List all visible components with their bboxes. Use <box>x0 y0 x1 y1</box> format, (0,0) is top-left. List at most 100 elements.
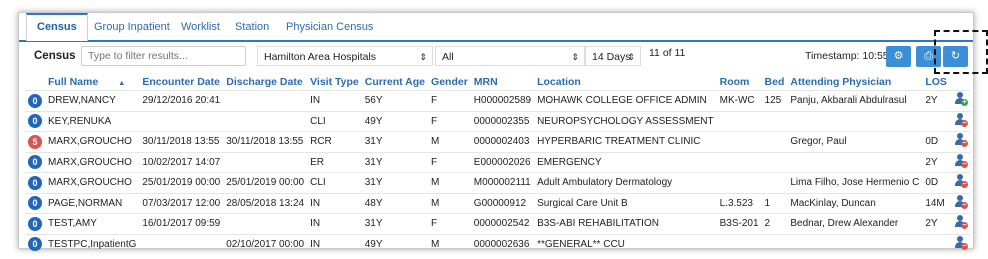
filter-input[interactable] <box>81 46 246 66</box>
column-header-encounter-date[interactable]: Encounter Date <box>139 73 223 91</box>
cell-los: 2Y <box>922 151 950 173</box>
alert-count-badge[interactable]: 0 <box>28 93 42 108</box>
action-cell: − <box>949 213 970 234</box>
table-row[interactable]: 0 DREW,NANCY 29/12/2016 20:41 IN 56Y F H000002… <box>25 90 970 111</box>
cell-mrn: E000002026 <box>470 151 535 173</box>
cell-enc: 30/11/2018 13:55 <box>139 131 224 152</box>
cell-mrn: G00000912 <box>470 192 535 214</box>
tab-station[interactable]: Station <box>225 13 279 39</box>
table-row[interactable]: 0 PAGE,NORMAN 07/03/2017 12:00 28/05/2018 1… <box>25 192 970 214</box>
alert-count-badge[interactable]: 5 <box>28 134 42 149</box>
table-row[interactable]: 0 TESTPC,InpatientG 02/10/2017 00:00 IN 49Y M… <box>25 233 970 254</box>
column-header-location[interactable]: Location <box>534 73 717 91</box>
cell-room: L.3.523 <box>716 192 762 214</box>
cell-dis: 28/05/2018 13:24 <box>223 192 308 214</box>
column-header-current-age[interactable]: Current Age <box>362 73 428 91</box>
cell-bed <box>761 172 788 193</box>
tab-group-inpatient[interactable]: Group Inpatient <box>84 13 180 39</box>
alert-badge-cell: 0 <box>25 233 45 254</box>
cell-mrn: 0000002355 <box>470 110 535 132</box>
cell-room <box>716 151 762 173</box>
cell-vt: IN <box>307 90 362 111</box>
column-header-mrn[interactable]: MRN <box>471 73 534 91</box>
alert-count-badge[interactable]: 0 <box>28 216 42 231</box>
result-count: 11 of 11 <box>649 47 686 59</box>
alert-count-badge[interactable]: 0 <box>28 175 42 190</box>
cell-los: 0D <box>922 172 950 193</box>
action-cell: − <box>949 233 970 254</box>
alert-badge-cell: 5 <box>25 131 45 152</box>
cell-enc: 10/02/2017 14:07 <box>139 151 224 173</box>
cell-age: 48Y <box>361 192 429 214</box>
cell-room: B3S-201 <box>716 213 762 234</box>
cell-vt: CLI <box>307 172 362 193</box>
cell-bed <box>761 110 788 132</box>
column-header-attending-physician[interactable]: Attending Physician <box>787 73 922 91</box>
remove-patient-icon[interactable]: − <box>953 112 968 128</box>
table-row[interactable]: 0 TEST,AMY 16/01/2017 09:59 IN 31Y F 000000254… <box>25 213 970 234</box>
days-select[interactable]: 14 Days ⇕ <box>585 46 641 66</box>
cell-los <box>922 233 950 254</box>
remove-patient-icon[interactable]: − <box>953 173 968 189</box>
cell-age: 49Y <box>361 110 429 132</box>
table-row[interactable]: 0 KEY,RENUKA CLI 49Y F 0000002355 NEUROPSYCHOL… <box>25 110 970 132</box>
alert-count-badge[interactable]: 0 <box>28 237 42 252</box>
tab-worklist[interactable]: Worklist <box>171 13 230 39</box>
cell-enc: 25/01/2019 00:00 <box>139 172 224 193</box>
cell-g: M <box>428 192 471 214</box>
column-header-los[interactable]: LOS <box>922 73 950 91</box>
cell-dis <box>223 213 308 234</box>
tab-physician-census[interactable]: Physician Census <box>276 13 383 39</box>
cell-los: 14M <box>922 192 950 214</box>
add-patient-icon[interactable]: + <box>953 91 968 107</box>
cell-mrn: M000002111 <box>470 172 535 193</box>
settings-button[interactable]: ⚙ <box>886 46 911 67</box>
remove-patient-icon[interactable]: − <box>953 194 968 210</box>
cell-room <box>716 110 762 132</box>
cell-phys: MacKinlay, Duncan <box>787 192 923 214</box>
alert-count-badge[interactable]: 0 <box>28 155 42 170</box>
column-header-label: Full Name <box>48 75 99 88</box>
remove-patient-icon[interactable]: − <box>953 153 968 169</box>
table-row[interactable]: 0 MARX,GROUCHO 10/02/2017 14:07 ER 31Y F E0000… <box>25 151 970 173</box>
action-cell: − <box>949 110 970 132</box>
alert-count-badge[interactable]: 0 <box>28 196 42 211</box>
cell-bed: 2 <box>761 213 788 234</box>
column-header-discharge-date[interactable]: Discharge Date <box>223 73 307 91</box>
cell-dis: 25/01/2019 00:00 <box>223 172 308 193</box>
cell-age: 31Y <box>361 172 429 193</box>
refresh-highlight-box <box>934 30 988 74</box>
cell-bed: 125 <box>761 90 788 111</box>
alert-badge-cell: 0 <box>25 110 45 132</box>
column-header-visit-type[interactable]: Visit Type <box>307 73 362 91</box>
column-header-gender[interactable]: Gender <box>428 73 471 91</box>
cell-age: 31Y <box>361 151 429 173</box>
facility-select[interactable]: Hamilton Area Hospitals ⇕ <box>257 46 433 66</box>
cell-g: M <box>428 233 471 254</box>
remove-patient-icon[interactable]: − <box>953 214 968 230</box>
alert-count-badge[interactable]: 0 <box>28 114 42 129</box>
facility-select-value: Hamilton Area Hospitals <box>264 51 377 63</box>
remove-patient-icon[interactable]: − <box>953 132 968 148</box>
tab-census[interactable]: Census <box>26 13 88 41</box>
cell-phys: Panju, Akbarali Abdulrasul <box>787 90 923 111</box>
table-row[interactable]: 0 MARX,GROUCHO 25/01/2019 00:00 25/01/2019 … <box>25 172 970 193</box>
column-header-room[interactable]: Room <box>717 73 762 91</box>
column-header-full-name[interactable]: Full Name ▲ <box>45 73 139 91</box>
action-cell: + <box>949 90 970 111</box>
cell-dis: 30/11/2018 13:55 <box>223 131 308 152</box>
table-row[interactable]: 5 MARX,GROUCHO 30/11/2018 13:55 30/11/2018 … <box>25 131 970 152</box>
cell-vt: ER <box>307 151 362 173</box>
cell-enc: 16/01/2017 09:59 <box>139 213 224 234</box>
unit-select-value: All <box>442 51 454 63</box>
cell-g: M <box>428 131 471 152</box>
cell-phys: Gregor, Paul <box>787 131 923 152</box>
toolbar: Census Hamilton Area Hospitals ⇕ All ⇕ 1… <box>19 41 973 73</box>
cell-dis: 02/10/2017 00:00 <box>223 233 308 254</box>
column-header-bed[interactable]: Bed <box>762 73 788 91</box>
cell-name: MARX,GROUCHO <box>45 172 140 193</box>
unit-select[interactable]: All ⇕ <box>435 46 585 66</box>
cell-dis <box>223 151 308 173</box>
remove-patient-icon[interactable]: − <box>953 235 968 251</box>
cell-los: 2Y <box>922 213 950 234</box>
